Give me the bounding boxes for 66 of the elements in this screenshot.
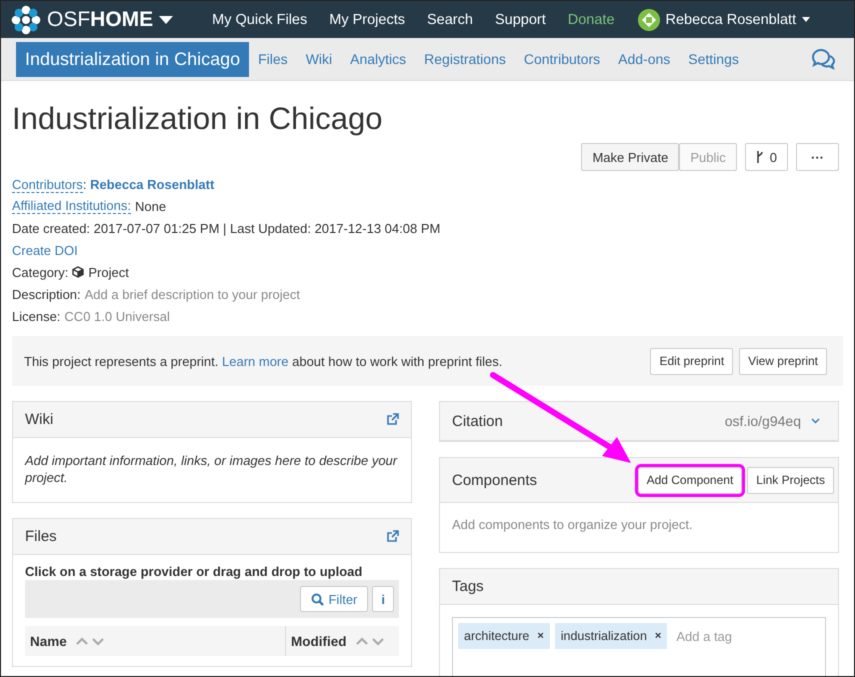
panel-title: Citation <box>452 412 504 430</box>
cube-icon <box>72 266 84 278</box>
components-text: Add components to organize your project. <box>451 516 694 534</box>
search-icon <box>311 592 324 606</box>
license-label: License: <box>12 308 60 324</box>
fork-button[interactable]: 0 <box>744 143 788 171</box>
filter-button[interactable]: Filter <box>300 586 368 612</box>
sort-icon[interactable] <box>74 636 105 646</box>
project-nav-link[interactable]: Contributors <box>514 51 610 67</box>
nav-link[interactable]: Support <box>484 12 557 28</box>
description-label: Description: <box>12 286 81 302</box>
preprint-button[interactable]: Edit preprint <box>650 348 734 374</box>
license-value[interactable]: CC0 1.0 Universal <box>64 308 170 324</box>
project-nav-link[interactable]: Files <box>249 51 297 67</box>
nav-link[interactable]: My Quick Files <box>201 12 318 28</box>
citation-link[interactable]: osf.io/g94eq <box>724 413 801 429</box>
remove-tag-icon[interactable]: × <box>537 630 544 642</box>
institutions-link[interactable]: Affiliated Institutions: <box>12 198 131 214</box>
brand-name[interactable]: OSFHOME <box>47 8 154 32</box>
wiki-text: Add important information, links, or images here to describe your project. <box>25 452 398 487</box>
avatar-icon[interactable] <box>638 8 660 30</box>
external-link-icon[interactable] <box>386 413 399 426</box>
chat-icon[interactable] <box>810 48 836 70</box>
project-nav-link[interactable]: Registrations <box>415 51 515 67</box>
panel-title: Wiki <box>25 411 54 428</box>
panel-title: Files <box>25 528 58 545</box>
caret-icon[interactable] <box>159 16 174 24</box>
create-doi-link[interactable]: Create DOI <box>12 242 78 258</box>
panel-title: Components <box>452 472 538 488</box>
column-header[interactable]: Modified <box>291 634 346 648</box>
project-nav-link[interactable]: Add-ons <box>609 51 680 67</box>
category-label: Category: <box>12 264 68 280</box>
logo-icon[interactable] <box>11 4 41 34</box>
donate-link[interactable]: Donate <box>556 12 626 28</box>
dates-text: Date created: 2017-07-07 01:25 PM | Last Updated: 2017-12-13 04:08 PM <box>12 220 440 236</box>
institutions-value: None <box>135 198 166 214</box>
tag[interactable]: industrialization × <box>554 623 668 649</box>
project-nav-link[interactable]: Analytics <box>341 51 416 67</box>
more-button[interactable]: ··· <box>796 143 839 171</box>
project-nav-link[interactable]: Wiki <box>296 51 342 67</box>
make-private-button[interactable]: Make Private <box>581 143 680 171</box>
project-nav-link[interactable]: Settings <box>679 51 748 67</box>
description-value[interactable]: Add a brief description to your project <box>84 286 300 302</box>
external-link-icon[interactable] <box>386 530 399 543</box>
chevron-down-icon[interactable] <box>811 418 820 424</box>
project-title: Industrialization in Chicago <box>12 101 384 137</box>
project-tab[interactable]: Industrialization in Chicago <box>16 42 250 76</box>
column-header[interactable]: Name <box>30 634 67 648</box>
upload-hint: Click on a storage provider or drag and drop to upload <box>25 564 364 579</box>
nav-link[interactable]: Search <box>416 12 484 28</box>
info-button[interactable]: i <box>372 586 394 612</box>
preprint-button[interactable]: View preprint <box>739 348 827 374</box>
preprint-notice: This project represents a preprint. Learn more about how to work with preprint files. <box>24 354 504 368</box>
fork-icon <box>756 151 764 163</box>
component-button[interactable]: Link Projects <box>747 466 834 494</box>
tags-field[interactable]: architecture × industrialization × Add a tag <box>452 617 826 676</box>
contributors-label[interactable]: Contributors: Rebecca Rosenblatt <box>12 176 214 192</box>
category-value: Project <box>88 264 129 280</box>
sort-icon[interactable] <box>354 636 384 646</box>
remove-tag-icon[interactable]: × <box>654 630 662 642</box>
panel-title: Tags <box>452 578 485 595</box>
nav-link[interactable]: My Projects <box>318 12 416 28</box>
caret-icon[interactable] <box>802 17 810 22</box>
user-menu[interactable]: Rebecca Rosenblatt <box>666 12 796 28</box>
learn-more-link[interactable]: Learn more <box>222 354 288 368</box>
tag[interactable]: architecture × <box>458 623 550 649</box>
